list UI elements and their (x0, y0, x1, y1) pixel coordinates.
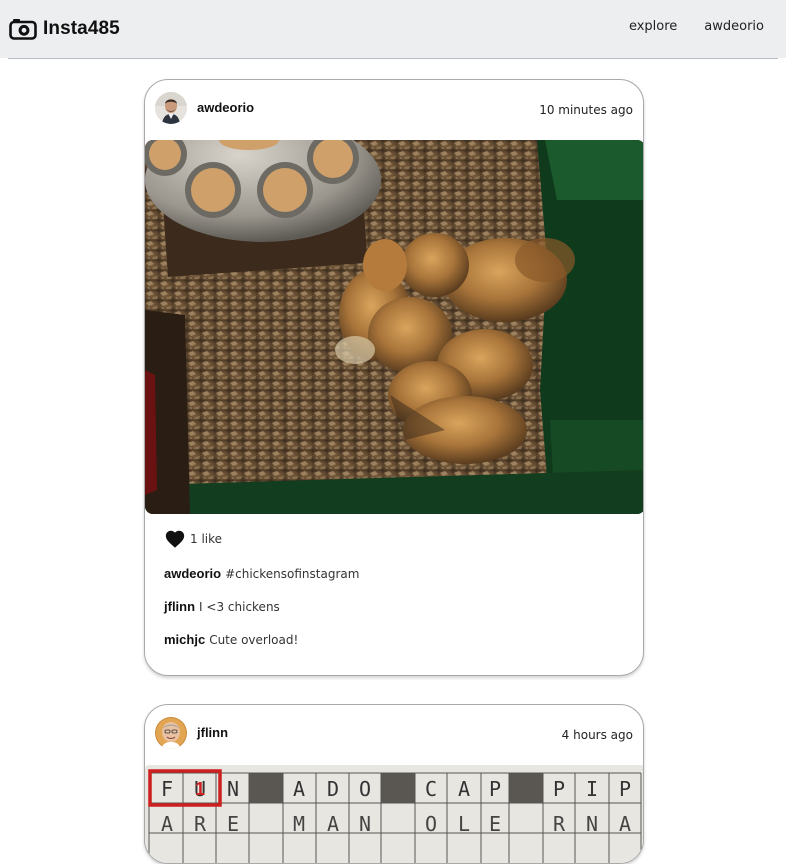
post-owner-username[interactable]: jflinn (197, 725, 228, 740)
comment-text: #chickensofinstagram (225, 567, 360, 581)
cell-letter: A (458, 777, 470, 801)
cell-letter: D (327, 777, 339, 801)
avatar-photo-icon (155, 92, 187, 124)
nav-profile-link[interactable]: awdeorio (704, 19, 764, 34)
cell-letter: N (227, 777, 239, 801)
cell-letter: P (553, 777, 565, 801)
red-annotation-number: 1 (195, 779, 205, 799)
post-owner-username[interactable]: awdeorio (197, 100, 254, 115)
post-timestamp-link[interactable]: 10 minutes ago (539, 103, 633, 117)
svg-text:R: R (553, 812, 566, 836)
post-timestamp-link[interactable]: 4 hours ago (562, 728, 633, 742)
brand-title: Insta485 (43, 18, 120, 39)
svg-text:M: M (293, 812, 305, 836)
post-header: jflinn 4 hours ago (145, 705, 643, 765)
svg-text:E: E (227, 812, 239, 836)
cell-letter: P (489, 777, 501, 801)
svg-text:O: O (425, 812, 437, 836)
svg-text:N: N (359, 812, 371, 836)
nav-explore-link[interactable]: explore (629, 19, 677, 34)
comment-text: Cute overload! (209, 633, 299, 647)
top-navbar: Insta485 explore awdeorio (0, 0, 786, 58)
svg-text:A: A (327, 812, 339, 836)
cell-letter: C (425, 777, 437, 801)
svg-text:L: L (458, 812, 470, 836)
avatar-photo-icon (155, 717, 187, 749)
comment-text: I <3 chickens (199, 600, 280, 614)
chicks-in-brooder-photo (145, 140, 643, 514)
owner-avatar[interactable] (155, 92, 187, 124)
post-card: jflinn 4 hours ago F U N A D O C A P P I… (144, 704, 644, 864)
navbar-divider (8, 58, 778, 59)
likes-row: 1 like (164, 527, 222, 551)
cell-letter: A (293, 777, 305, 801)
comment-username[interactable]: jflinn (164, 599, 195, 614)
like-count: 1 like (190, 532, 223, 546)
comment: michjc Cute overload! (164, 632, 298, 647)
post-image[interactable] (145, 140, 643, 514)
svg-text:R: R (194, 812, 207, 836)
post-image[interactable]: F U N A D O C A P P I P 1 ARE MAN OLE RN… (145, 765, 643, 863)
like-heart-icon[interactable] (164, 528, 186, 550)
comment: awdeorio #chickensofinstagram (164, 566, 359, 581)
svg-text:A: A (619, 812, 631, 836)
post-header: awdeorio 10 minutes ago (145, 80, 643, 140)
home-link[interactable]: Insta485 (9, 16, 120, 42)
comment-username[interactable]: awdeorio (164, 566, 221, 581)
cell-letter: O (359, 777, 371, 801)
cell-letter: P (619, 777, 631, 801)
crossword-puzzle-photo: F U N A D O C A P P I P 1 ARE MAN OLE RN… (145, 765, 643, 863)
svg-text:E: E (489, 812, 501, 836)
comment-username[interactable]: michjc (164, 632, 205, 647)
cell-letter: I (586, 777, 598, 801)
camera-icon (9, 19, 37, 40)
svg-text:A: A (161, 812, 173, 836)
cell-letter: F (161, 777, 173, 801)
post-card: awdeorio 10 minutes ago 1 like awdeorio … (144, 79, 644, 676)
svg-text:N: N (586, 812, 598, 836)
owner-avatar[interactable] (155, 717, 187, 749)
comment: jflinn I <3 chickens (164, 599, 280, 614)
nav-links: explore awdeorio (629, 19, 764, 34)
